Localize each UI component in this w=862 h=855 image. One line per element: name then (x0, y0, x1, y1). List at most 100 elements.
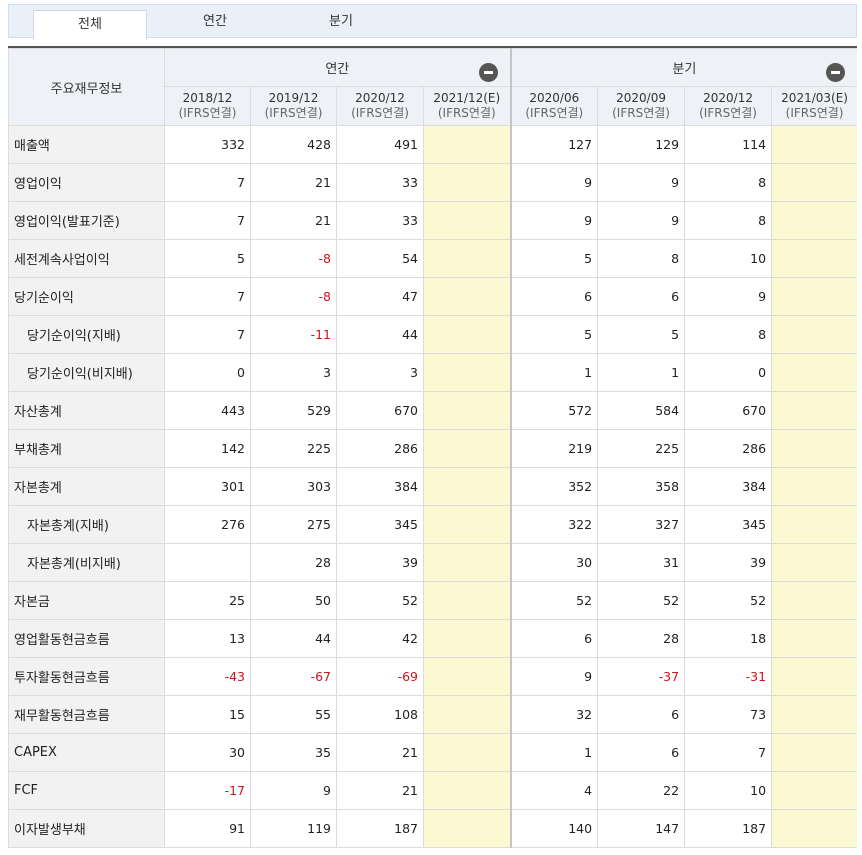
table-cell: 187 (336, 809, 424, 848)
table-cell: 332 (164, 125, 251, 164)
table-cell (422, 809, 512, 848)
table-cell: 1 (509, 733, 599, 772)
minus-circle-icon[interactable] (478, 63, 498, 82)
table-cell: -69 (336, 657, 424, 696)
table-cell: 384 (336, 467, 424, 506)
table-cell: 9 (509, 201, 599, 240)
table-row: 자본총계 301 303 384 352 358 384 (8, 467, 857, 506)
row-label: 당기순이익(지배) (8, 315, 165, 354)
table-cell: 6 (509, 277, 599, 316)
minus-circle-icon[interactable] (826, 63, 846, 82)
table-cell: 584 (597, 391, 686, 430)
period-basis: (IFRS연결) (699, 106, 757, 120)
table-row: 부채총계 142 225 286 219 225 286 (8, 429, 857, 468)
table-cell: 3 (336, 353, 424, 392)
table-cell: 9 (509, 657, 599, 696)
table-cell: 13 (164, 619, 251, 658)
table-cell: 18 (684, 619, 773, 658)
table-cell: 572 (509, 391, 599, 430)
table-cell: 52 (597, 581, 686, 620)
table-cell (422, 695, 512, 734)
table-cell: 25 (164, 581, 251, 620)
table-cell (771, 163, 857, 202)
table-cell (771, 733, 857, 772)
period-header: 2019/12 (IFRS연결) (250, 86, 337, 126)
table-cell: 54 (336, 239, 424, 278)
financial-summary-table: 주요재무정보 연간 분기 2018/12 (IFRS연결) 2019/12 (IFRS… (8, 46, 857, 855)
tab-annual[interactable]: 연간 (159, 5, 271, 38)
table-cell: 119 (250, 809, 337, 848)
table-cell: 21 (336, 733, 424, 772)
table-cell (422, 619, 512, 658)
table-cell: 47 (336, 277, 424, 316)
table-cell: 7 (684, 733, 773, 772)
table-cell: 322 (509, 505, 599, 544)
table-cell: 44 (250, 619, 337, 658)
table-cell: 6 (509, 619, 599, 658)
table-row: 재무활동현금흐름 15 55 108 32 6 73 (8, 695, 857, 734)
row-label: 투자활동현금흐름 (8, 657, 165, 696)
table-cell: 35 (250, 733, 337, 772)
table-cell (422, 201, 512, 240)
table-cell: 42 (336, 619, 424, 658)
row-label: 세전계속사업이익 (8, 239, 165, 278)
table-cell (422, 543, 512, 582)
period-header: 2021/03(E) (IFRS연결) (771, 86, 857, 126)
tab-all[interactable]: 전체 (33, 10, 147, 40)
row-label: 영업이익 (8, 163, 165, 202)
tab-quarterly[interactable]: 분기 (285, 5, 397, 38)
period-basis: (IFRS연결) (178, 106, 237, 120)
table-row: 자본금 25 50 52 52 52 52 (8, 581, 857, 620)
table-cell: 39 (684, 543, 773, 582)
table-row: CAPEX 30 35 21 1 6 7 (8, 733, 857, 772)
row-label: 영업활동현금흐름 (8, 619, 165, 658)
table-cell: -31 (684, 657, 773, 696)
table-cell: 0 (684, 353, 773, 392)
period-header: 2020/09 (IFRS연결) (597, 86, 686, 126)
table-cell: 55 (250, 695, 337, 734)
group-label-annual: 연간 (325, 62, 350, 77)
table-cell (422, 771, 512, 810)
table-cell: -67 (250, 657, 337, 696)
table-cell: 286 (684, 429, 773, 468)
table-row: 영업이익(발표기준) 7 21 33 9 9 8 (8, 201, 857, 240)
table-cell (771, 201, 857, 240)
table-cell: 286 (336, 429, 424, 468)
table-cell: 225 (597, 429, 686, 468)
table-cell: 21 (336, 771, 424, 810)
table-cell: 30 (164, 733, 251, 772)
table-cell: 6 (597, 733, 686, 772)
row-label: 영업이익(발표기준) (8, 201, 165, 240)
table-cell (771, 543, 857, 582)
period-basis: (IFRS연결) (525, 106, 584, 120)
table-row: FCF -17 9 21 4 22 10 (8, 771, 857, 810)
table-cell: 10 (684, 239, 773, 278)
table-cell: 28 (250, 543, 337, 582)
table-cell: 33 (336, 201, 424, 240)
row-label: 자산총계 (8, 391, 165, 430)
table-cell (422, 657, 512, 696)
table-cell (164, 543, 251, 582)
period-basis: (IFRS연결) (351, 106, 409, 120)
table-cell: 187 (684, 809, 773, 848)
table-cell (771, 467, 857, 506)
table-cell: 345 (684, 505, 773, 544)
table-cell (771, 581, 857, 620)
table-cell: 384 (684, 467, 773, 506)
table-cell (422, 505, 512, 544)
period-label: 2019/12 (268, 91, 319, 105)
table-cell (771, 619, 857, 658)
period-label: 2021/12(E) (433, 91, 501, 105)
row-label: 자본총계 (8, 467, 165, 506)
table-cell: 358 (597, 467, 686, 506)
table-cell: 50 (250, 581, 337, 620)
table-cell: 3 (250, 353, 337, 392)
table-cell (422, 581, 512, 620)
table-cell: 114 (684, 125, 773, 164)
table-cell (422, 163, 512, 202)
table-row: 자본총계(지배) 276 275 345 322 327 345 (8, 505, 857, 544)
period-basis: (IFRS연결) (785, 106, 844, 120)
table-corner-label: 주요재무정보 (8, 48, 165, 126)
period-label: 2020/06 (529, 91, 580, 105)
row-label: CAPEX (8, 733, 165, 772)
